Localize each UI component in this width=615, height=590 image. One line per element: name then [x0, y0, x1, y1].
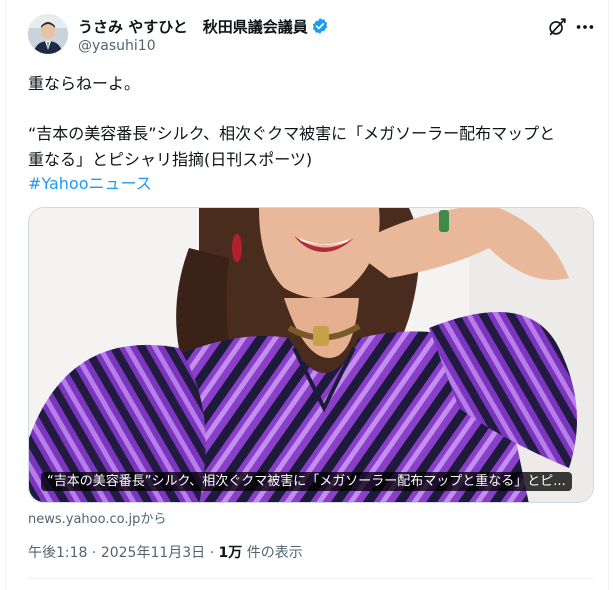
link-card-domain[interactable]: news.yahoo.co.jpから [28, 508, 166, 527]
avatar-image [28, 14, 68, 54]
hashtag-link[interactable]: #Yahooニュース [28, 172, 152, 195]
views-label: 件の表示 [242, 545, 303, 561]
tweet-text-line: “吉本の美容番長”シルク、相次ぐクマ被害に「メガソーラー配布マップと [28, 124, 556, 143]
verified-badge-icon [311, 17, 329, 35]
meta-separator: · [205, 545, 219, 561]
tweet-text-line: 重ならねーよ。 [28, 74, 141, 93]
meta-separator: · [87, 545, 101, 561]
grok-icon[interactable] [546, 16, 568, 38]
tweet-card: うさみ やすひと 秋田県議会議員 @yasuhi10 重ならねーよ。 “吉本の美… [5, 0, 609, 590]
tweet-date: 2025年11月3日 [100, 545, 206, 561]
link-preview-card[interactable]: “吉本の美容番長”シルク、相次ぐクマ被害に「メガソーラー配布マップと重なる」とピ… [28, 207, 594, 503]
tweet-timestamp-link[interactable]: 午後1:18 · 2025年11月3日 [28, 545, 205, 561]
link-card-title: “吉本の美容番長”シルク、相次ぐクマ被害に「メガソーラー配布マップと重なる」とピ… [41, 472, 572, 491]
article-photo [29, 208, 593, 502]
tweet-text-line: 重なる」とピシャリ指摘(日刊スポーツ) [28, 150, 313, 169]
more-options-icon[interactable] [574, 16, 596, 38]
author-handle[interactable]: @yasuhi10 [78, 38, 156, 54]
divider [28, 578, 594, 579]
views-count[interactable]: 1万 [219, 545, 243, 561]
author-display-name[interactable]: うさみ やすひと 秋田県議会議員 [78, 16, 308, 37]
tweet-meta: 午後1:18 · 2025年11月3日 · 1万 件の表示 [28, 542, 303, 562]
tweet-time: 午後1:18 [28, 545, 88, 561]
author-avatar[interactable] [28, 14, 68, 54]
author-name-row: うさみ やすひと 秋田県議会議員 [78, 15, 329, 37]
